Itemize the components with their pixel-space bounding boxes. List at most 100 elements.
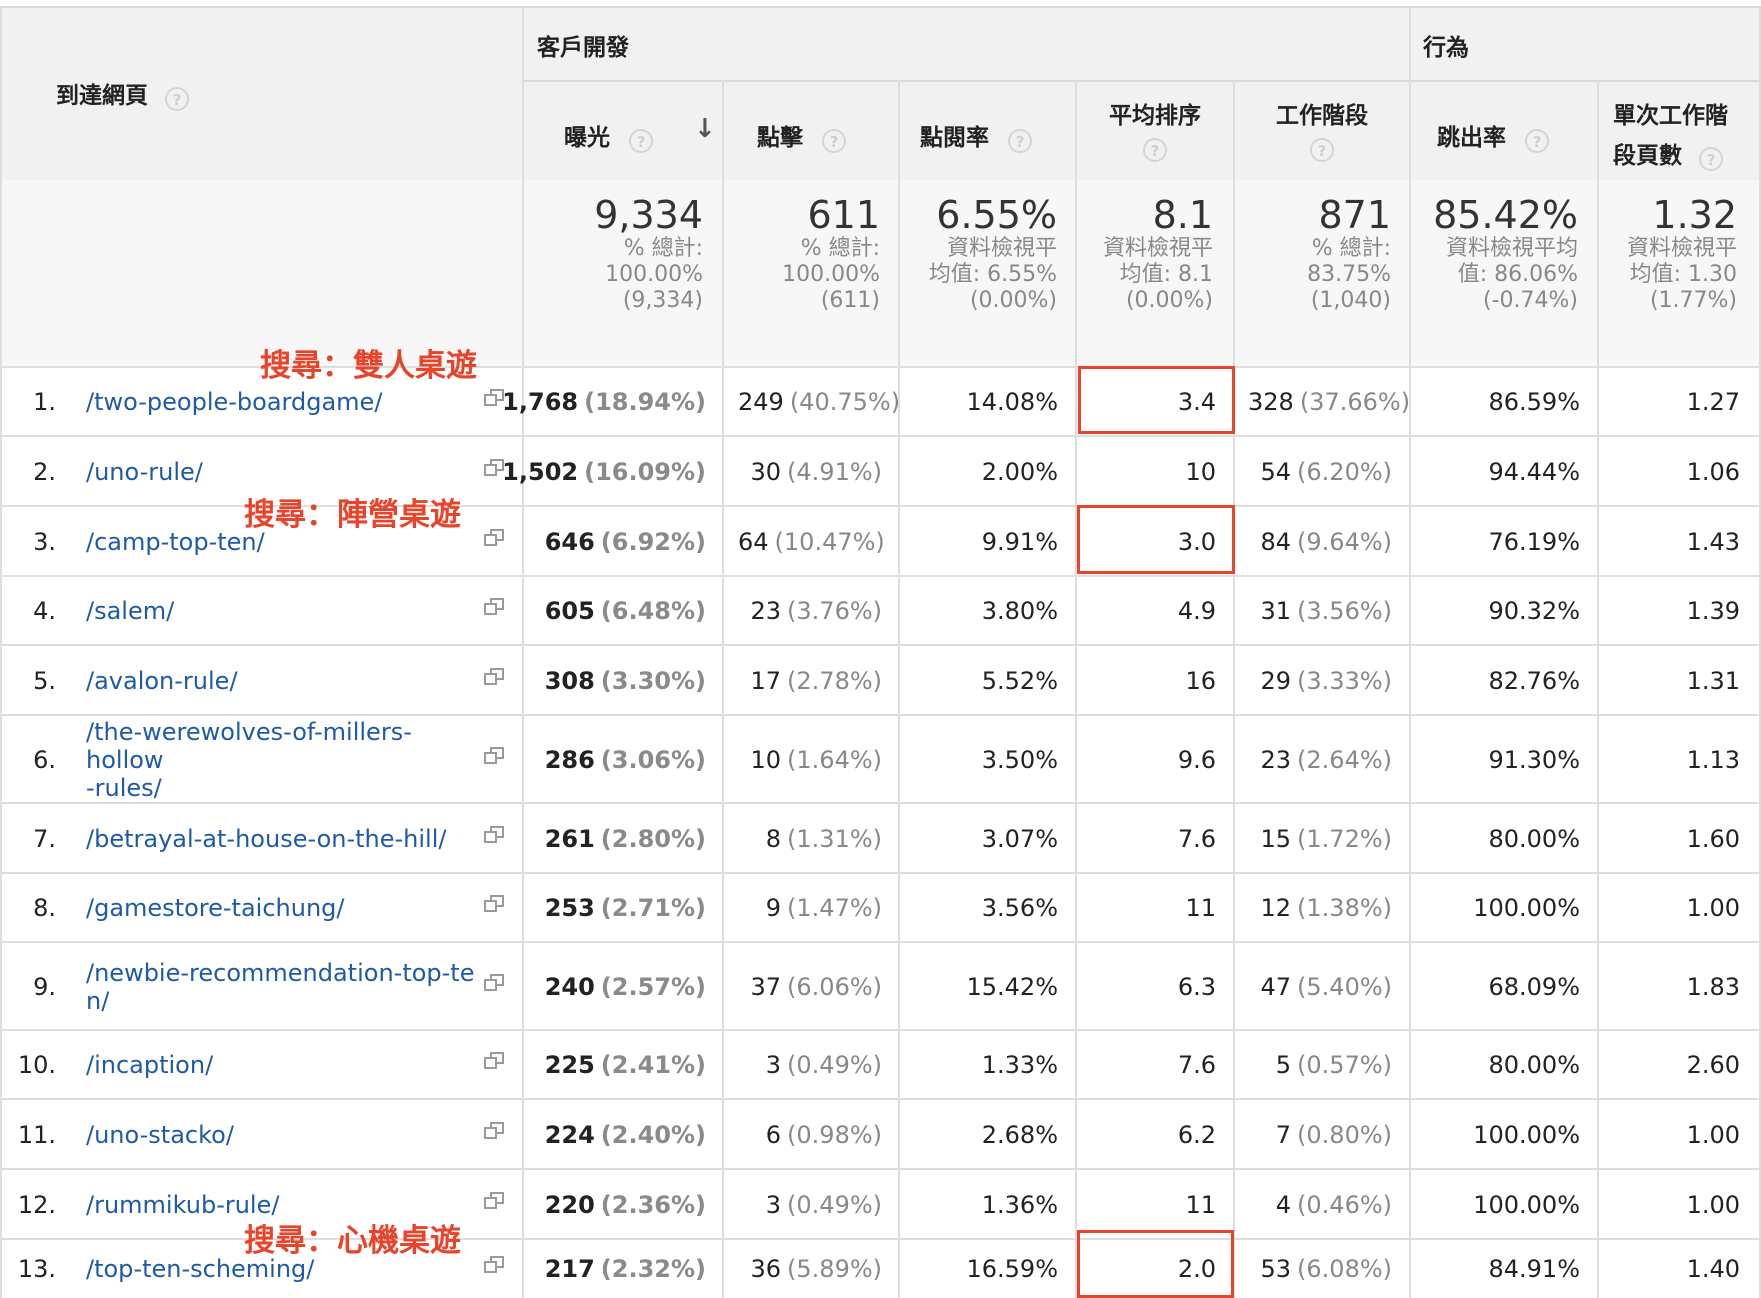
row-index: 6.: [0, 716, 56, 803]
ctr-cell: 2.00%: [901, 437, 1058, 506]
ctr-value: 2.68%: [981, 1120, 1058, 1149]
landing-page-link[interactable]: /betrayal-at-house-on-the-hill/: [86, 825, 446, 853]
landing-page-link-cont[interactable]: -rules/: [86, 774, 481, 802]
row-index: 13.: [0, 1240, 56, 1298]
pages-per-session-value: 1.27: [1686, 388, 1740, 416]
summary-caption: % 總計:: [1311, 236, 1391, 261]
pages-per-session-cell: 1.06: [1600, 437, 1740, 506]
open-external-icon[interactable]: [484, 1191, 504, 1210]
help-icon[interactable]: ?: [1310, 138, 1334, 162]
summary-impressions: 9,334 % 總計: 100.00% (9,334): [525, 194, 703, 314]
header-sessions[interactable]: 工作階段 ?: [1235, 96, 1409, 162]
row-index-label: 13.: [17, 1255, 56, 1283]
bounce-rate-value: 100.00%: [1473, 1190, 1580, 1219]
help-icon[interactable]: ?: [1699, 146, 1724, 171]
clicks-cell: 36 (5.89%): [738, 1240, 882, 1298]
summary-caption: 100.00%: [605, 262, 703, 287]
clicks-pct: (1.47%): [787, 894, 882, 922]
help-icon[interactable]: ?: [1525, 128, 1550, 153]
header-pages-per-session[interactable]: 單次工作階 段頁數 ?: [1613, 96, 1728, 171]
open-external-icon[interactable]: [484, 1052, 504, 1070]
clicks-value: 249: [738, 388, 784, 416]
header-clicks[interactable]: 點擊 ?: [757, 118, 847, 153]
help-icon[interactable]: ?: [1008, 128, 1033, 153]
landing-page-link[interactable]: /two-people-boardgame/: [86, 388, 382, 416]
pages-per-session-cell: 1.39: [1600, 577, 1740, 645]
header-landing-page[interactable]: 到達網頁 ?: [56, 76, 190, 111]
avg-position-value: 9.6: [1177, 745, 1216, 774]
landing-page-cell: /salem/: [86, 577, 481, 645]
open-external-icon[interactable]: [484, 746, 504, 765]
pages-per-session-cell: 2.60: [1600, 1031, 1740, 1099]
landing-page-cell: /incaption/: [86, 1031, 481, 1099]
clicks-pct: (0.49%): [787, 1190, 882, 1219]
open-external-icon[interactable]: [484, 598, 504, 616]
open-external-icon[interactable]: [484, 825, 504, 844]
row-index: 4.: [0, 577, 56, 645]
open-external-icon[interactable]: [484, 528, 504, 547]
clicks-value: 3: [765, 1051, 782, 1079]
landing-page-link-cont[interactable]: n/: [86, 987, 474, 1015]
help-icon[interactable]: ?: [165, 86, 190, 111]
bounce-rate-cell: 86.59%: [1412, 368, 1580, 436]
sessions-value: 31: [1260, 597, 1292, 625]
landing-page-link[interactable]: /salem/: [86, 597, 174, 625]
impressions-cell: 225 (2.41%): [525, 1031, 706, 1099]
impressions-value: 240: [544, 972, 595, 1001]
sort-descending-icon[interactable]: ↓: [694, 114, 716, 144]
landing-page-link[interactable]: /incaption/: [86, 1051, 213, 1079]
avg-position-cell: 10: [1078, 437, 1216, 506]
open-external-icon[interactable]: [484, 895, 504, 913]
avg-position-cell: 11: [1078, 1170, 1216, 1239]
sessions-cell: 4 (0.46%): [1248, 1170, 1392, 1239]
summary-caption: 資料檢視平: [1102, 236, 1213, 261]
clicks-value: 3: [765, 1190, 782, 1219]
header-impressions[interactable]: 曝光 ?: [564, 118, 654, 153]
landing-page-link[interactable]: /the-werewolves-of-millers-hollow: [86, 718, 481, 774]
pages-per-session-value: 1.06: [1686, 457, 1740, 486]
landing-page-link[interactable]: /gamestore-taichung/: [86, 894, 344, 922]
clicks-pct: (4.91%): [787, 457, 882, 486]
ctr-value: 15.42%: [966, 972, 1058, 1001]
pages-per-session-cell: 1.43: [1600, 507, 1740, 576]
open-external-icon[interactable]: [484, 667, 504, 686]
pages-per-session-value: 1.31: [1686, 666, 1740, 695]
open-external-icon[interactable]: [484, 1256, 504, 1274]
row-index-label: 10.: [17, 1051, 56, 1079]
bounce-rate-cell: 68.09%: [1412, 943, 1580, 1030]
open-external-icon[interactable]: [484, 458, 504, 477]
header-sessions-label: 工作階段: [1276, 103, 1368, 129]
avg-position-cell: 7.6: [1078, 1031, 1216, 1099]
open-external-icon[interactable]: [484, 973, 504, 992]
landing-page-link[interactable]: /avalon-rule/: [86, 667, 238, 695]
header-ctr[interactable]: 點閱率 ?: [920, 118, 1033, 153]
landing-page-link[interactable]: /uno-stacko/: [86, 1121, 234, 1149]
ctr-cell: 5.52%: [901, 646, 1058, 715]
sessions-pct: (5.40%): [1297, 972, 1392, 1001]
impressions-pct: (3.06%): [600, 745, 706, 774]
clicks-pct: (3.76%): [787, 597, 882, 625]
open-external-icon[interactable]: [484, 1121, 504, 1140]
group-header-acquisition-label: 客戶開發: [537, 35, 629, 61]
landing-page-link[interactable]: /newbie-recommendation-top-te: [86, 959, 474, 987]
landing-page-cell: /the-werewolves-of-millers-hollow -rules…: [86, 716, 481, 803]
landing-page-link[interactable]: /camp-top-ten/: [86, 528, 265, 556]
pages-per-session-value: 1.00: [1686, 1190, 1740, 1219]
pages-per-session-cell: 1.00: [1600, 1170, 1740, 1239]
help-icon[interactable]: ?: [629, 128, 654, 153]
impressions-value: 308: [544, 666, 595, 695]
row-index: 2.: [0, 437, 56, 506]
highlight-box: [1077, 505, 1235, 574]
pages-per-session-cell: 1.60: [1600, 804, 1740, 873]
impressions-value: 217: [544, 1255, 595, 1283]
impressions-cell: 220 (2.36%): [525, 1170, 706, 1239]
help-icon[interactable]: ?: [1143, 138, 1167, 162]
header-bounce-rate[interactable]: 跳出率 ?: [1437, 118, 1550, 153]
landing-page-link[interactable]: /uno-rule/: [86, 458, 203, 486]
open-external-icon[interactable]: [484, 389, 504, 407]
header-avg-position[interactable]: 平均排序 ?: [1077, 96, 1233, 162]
impressions-pct: (2.36%): [600, 1190, 706, 1219]
ctr-value: 16.59%: [966, 1255, 1058, 1283]
clicks-value: 23: [750, 597, 782, 625]
help-icon[interactable]: ?: [822, 128, 847, 153]
